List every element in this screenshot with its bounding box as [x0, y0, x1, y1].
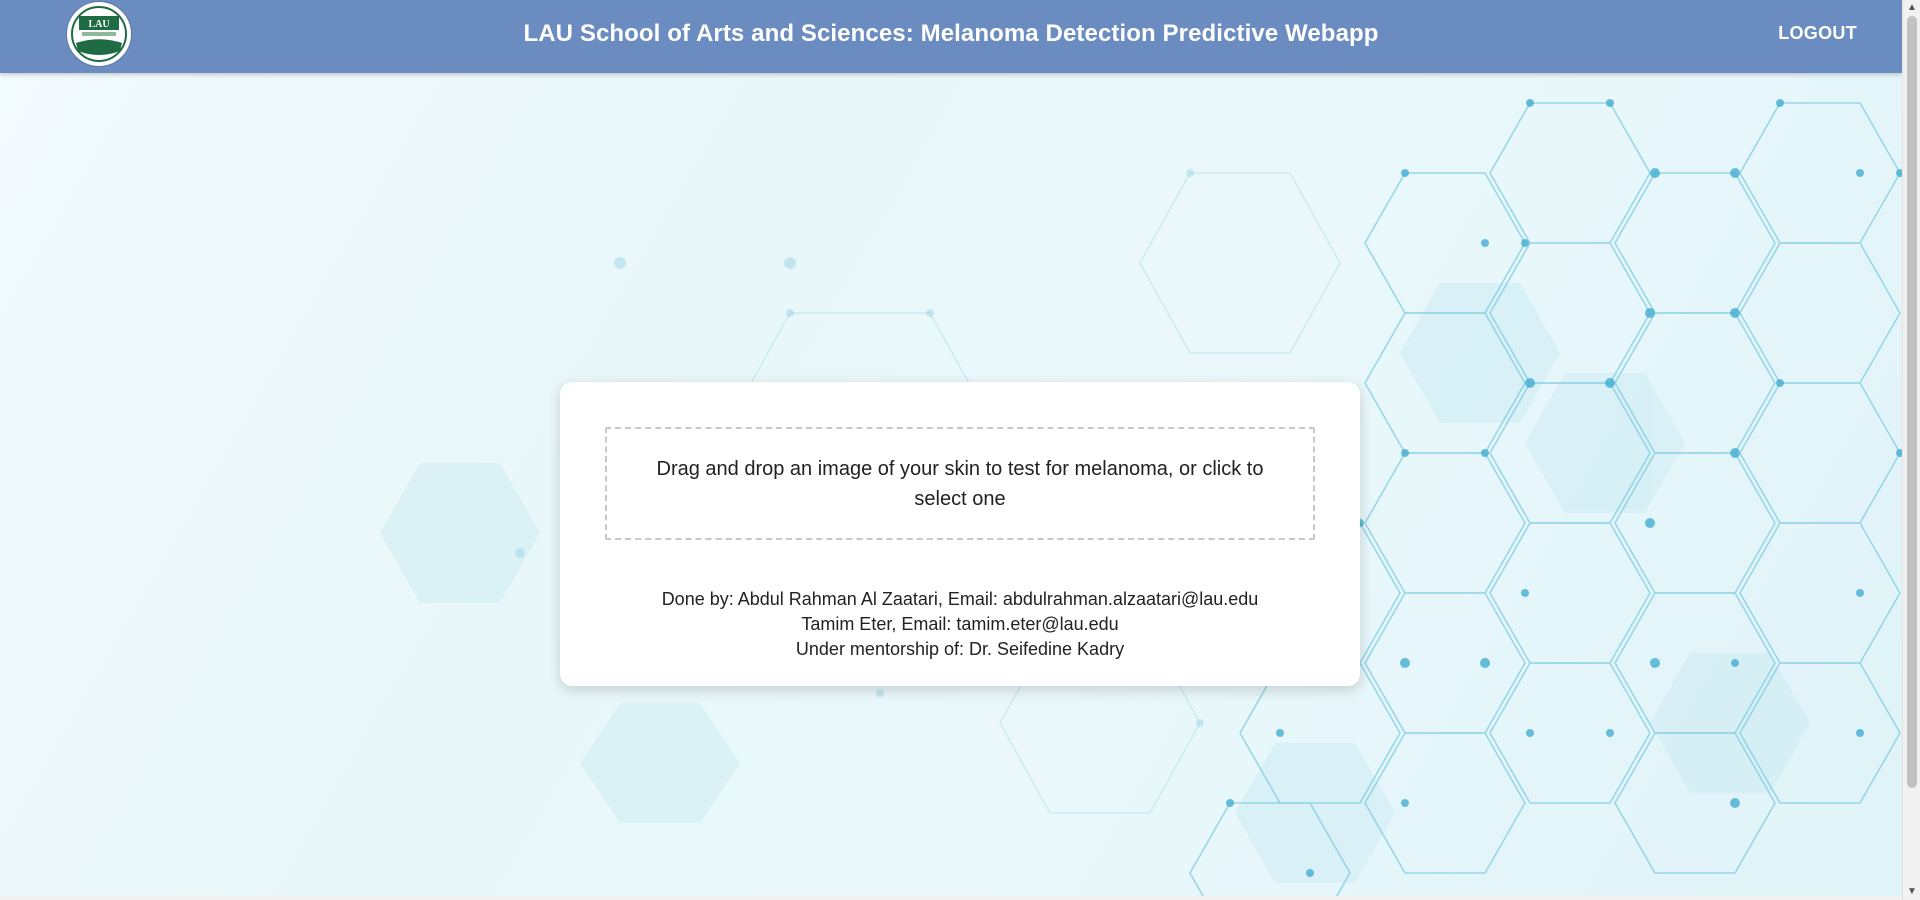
image-dropzone[interactable]: Drag and drop an image of your skin to t… [605, 427, 1315, 540]
page-title: LAU School of Arts and Sciences: Melanom… [523, 20, 1379, 47]
credits-block: Done by: Abdul Rahman Al Zaatari, Email:… [560, 587, 1360, 662]
horizontal-scrollbar-track [0, 896, 1902, 900]
upload-card: Drag and drop an image of your skin to t… [560, 382, 1360, 686]
triangle-down-icon[interactable]: ▼ [1903, 884, 1920, 900]
triangle-up-icon[interactable]: ▲ [1903, 0, 1920, 16]
dropzone-text: Drag and drop an image of your skin to t… [656, 457, 1264, 510]
top-navbar: LAU LAU School of Arts and Sciences: Mel… [0, 0, 1902, 73]
credits-line-authors: Done by: Abdul Rahman Al Zaatari, Email:… [661, 589, 1259, 609]
credits-line-second-author: Tamim Eter, Email: tamim.eter@lau.edu [801, 614, 1119, 634]
credits-line-mentor: Under mentorship of: Dr. Seifedine Kadry [795, 639, 1125, 659]
scrollbar-thumb[interactable] [1907, 16, 1917, 788]
logout-button[interactable]: LOGOUT [1778, 23, 1857, 44]
vertical-scrollbar[interactable]: ▲ ▼ [1902, 0, 1920, 900]
